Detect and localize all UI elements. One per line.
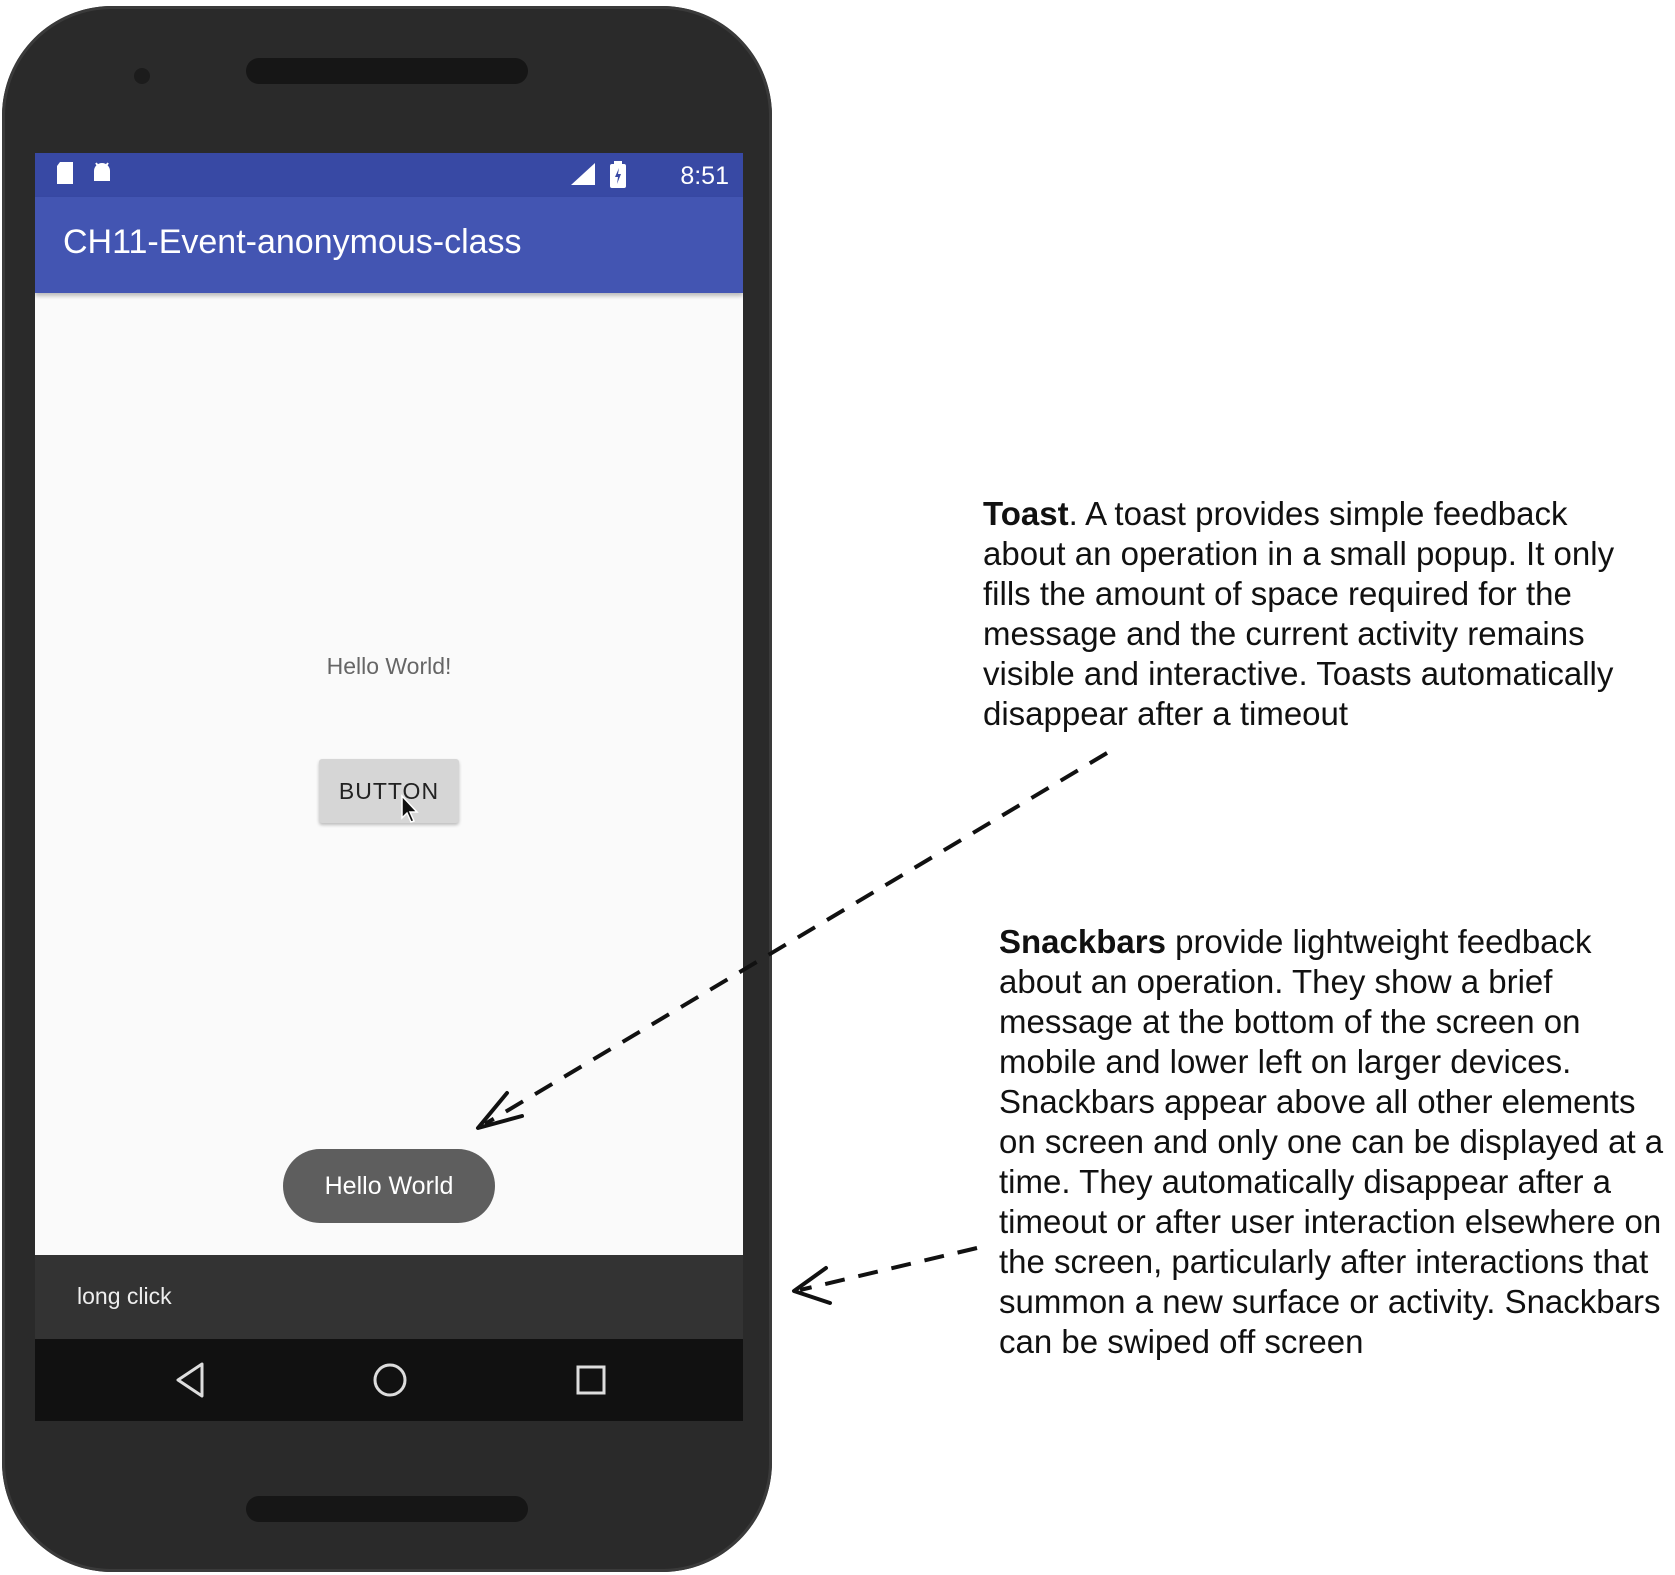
battery-icon <box>610 161 626 188</box>
toast-text: Hello World <box>324 1171 454 1200</box>
main-button[interactable]: BUTTON <box>319 759 459 823</box>
snackbar-annotation-body: provide lightweight feedback about an op… <box>999 923 1664 1360</box>
snackbar-annotation: Snackbars provide lightweight feedback a… <box>999 922 1675 1362</box>
snackbar-text: long click <box>77 1283 172 1309</box>
status-time: 8:51 <box>680 162 729 190</box>
app-title: CH11-Event-anonymous-class <box>63 223 522 261</box>
snackbar-arrow <box>792 1246 978 1305</box>
front-camera <box>134 68 150 84</box>
toast-message: Hello World <box>283 1149 495 1223</box>
toast-annotation: Toast. A toast provides simple feedback … <box>983 494 1643 734</box>
signal-icon <box>571 163 595 185</box>
bottom-speaker <box>246 1496 528 1522</box>
home-circle-icon[interactable] <box>371 1361 409 1399</box>
toast-annotation-body: . A toast provides simple feedback about… <box>983 495 1615 732</box>
sd-card-icon <box>57 162 73 184</box>
phone-screen: 8:51 CH11-Event-anonymous-class Hello Wo… <box>35 153 743 1421</box>
navigation-bar <box>35 1339 743 1421</box>
mouse-pointer-icon <box>401 794 419 823</box>
status-bar: 8:51 <box>35 153 743 197</box>
snackbar-annotation-title: Snackbars <box>999 923 1166 960</box>
top-speaker <box>246 58 528 84</box>
hello-world-label: Hello World! <box>326 653 452 679</box>
app-bar: CH11-Event-anonymous-class <box>35 197 743 293</box>
toast-annotation-title: Toast <box>983 495 1069 532</box>
recents-square-icon[interactable] <box>573 1361 609 1399</box>
snackbar[interactable]: long click <box>35 1255 743 1339</box>
android-icon <box>94 162 110 181</box>
phone-device: 8:51 CH11-Event-anonymous-class Hello Wo… <box>2 6 772 1572</box>
back-triangle-icon[interactable] <box>173 1361 207 1399</box>
